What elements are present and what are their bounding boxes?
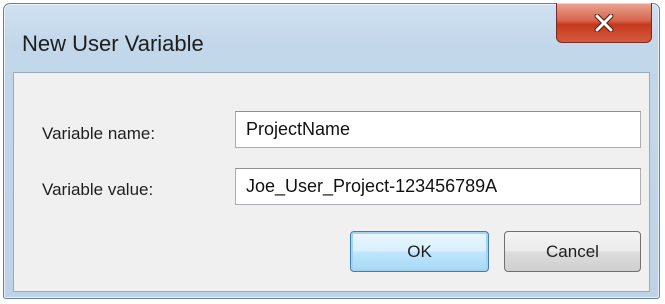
ok-button-label: OK bbox=[407, 241, 432, 261]
dialog-title: New User Variable bbox=[22, 31, 204, 56]
close-icon bbox=[593, 13, 615, 32]
close-button[interactable] bbox=[556, 3, 652, 43]
dialog-window: New User Variable Variable name: Variabl… bbox=[3, 3, 660, 299]
dialog-body: Variable name: Variable value: OK Cancel bbox=[13, 72, 650, 292]
variable-name-label: Variable name: bbox=[42, 124, 156, 143]
ok-button[interactable]: OK bbox=[350, 231, 489, 272]
cancel-button-label: Cancel bbox=[546, 241, 599, 261]
variable-value-input[interactable] bbox=[235, 168, 641, 205]
cancel-button[interactable]: Cancel bbox=[504, 231, 641, 272]
variable-value-label: Variable value: bbox=[42, 180, 154, 199]
variable-name-input[interactable] bbox=[235, 111, 641, 148]
title-bar[interactable]: New User Variable bbox=[4, 3, 659, 70]
